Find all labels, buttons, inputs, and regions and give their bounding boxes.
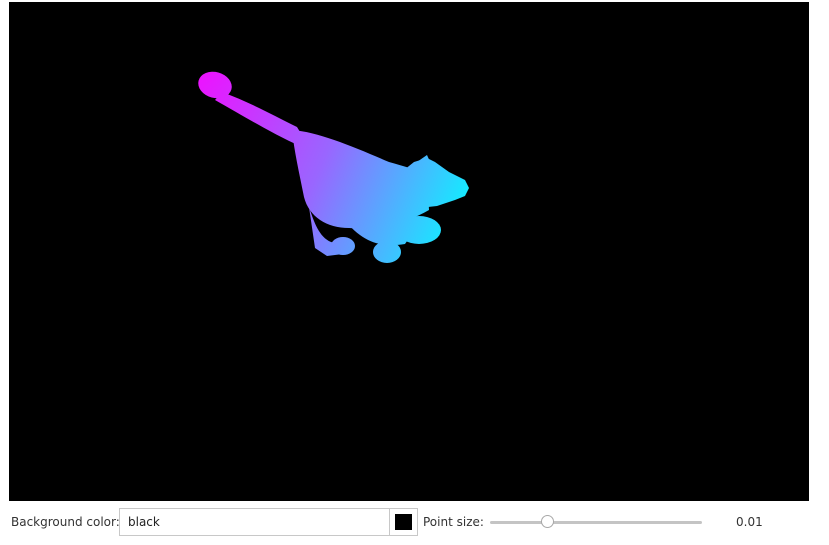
- viewer-controls: Background color: Point size: 0.01: [0, 505, 829, 541]
- point-size-label: Point size:: [423, 515, 484, 529]
- cat-point-cloud: [198, 71, 469, 263]
- point-size-slider-thumb[interactable]: [540, 515, 554, 528]
- background-color-label: Background color:: [11, 515, 120, 529]
- background-color-picker[interactable]: [389, 508, 418, 536]
- point-size-slider-track[interactable]: [490, 521, 702, 524]
- point-size-value: 0.01: [736, 515, 763, 529]
- background-color-swatch: [395, 514, 412, 530]
- point-cloud-render: [198, 71, 469, 263]
- point-cloud-viewer[interactable]: [9, 2, 809, 501]
- background-color-input[interactable]: [119, 508, 389, 536]
